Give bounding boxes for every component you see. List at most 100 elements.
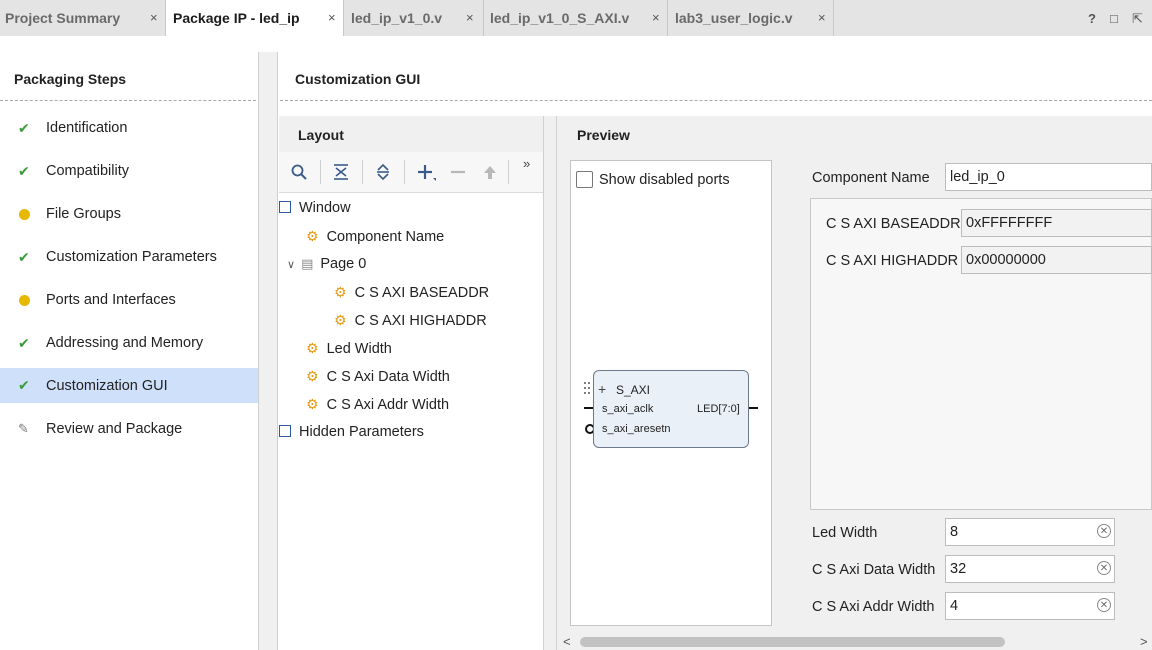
c-s-axi-highaddr-field[interactable]: 0x00000000 — [961, 246, 1152, 274]
step-label: File Groups — [46, 206, 121, 222]
tree-item-c-s-axi-baseaddr[interactable]: ⚙ C S AXI BASEADDR — [334, 284, 489, 306]
close-icon[interactable]: × — [818, 10, 826, 25]
panel-splitter[interactable] — [543, 116, 557, 650]
port-label: s_axi_aresetn — [602, 423, 671, 435]
collapse-all-icon[interactable] — [333, 164, 349, 180]
tree-item-page-0[interactable]: ∨ ▤ Page 0 — [287, 256, 366, 278]
chevron-down-icon[interactable]: ∨ — [287, 259, 295, 271]
clear-icon[interactable]: ✕ — [1097, 524, 1111, 538]
c-s-axi-highaddr-label: C S AXI HIGHADDR — [826, 253, 959, 269]
c-s-axi-addr-width-label: C S Axi Addr Width — [812, 599, 935, 615]
divider — [280, 100, 1152, 101]
warning-icon — [19, 209, 30, 220]
preview-header — [557, 116, 1152, 152]
gear-icon: ⚙ — [306, 340, 319, 356]
help-icon[interactable]: ? — [1088, 11, 1096, 26]
move-up-icon[interactable] — [482, 164, 498, 180]
tab-lab3-user-logic[interactable]: lab3_user_logic.v × — [668, 0, 834, 36]
customization-gui-title: Customization GUI — [295, 71, 421, 87]
step-label: Customization Parameters — [46, 249, 217, 265]
gear-icon: ⚙ — [334, 284, 347, 300]
tab-project-summary[interactable]: Project Summary × — [0, 0, 166, 36]
tree-item-hidden-parameters[interactable]: Hidden Parameters — [279, 424, 424, 446]
gear-icon: ⚙ — [306, 228, 319, 244]
check-icon: ✔ — [18, 335, 30, 351]
expand-icon[interactable]: + — [598, 381, 606, 397]
tab-label: led_ip_v1_0_S_AXI.v — [490, 10, 630, 26]
step-customization-parameters[interactable]: ✔ Customization Parameters — [0, 241, 258, 275]
scroll-right-icon[interactable]: > — [1140, 634, 1148, 649]
show-disabled-ports-checkbox[interactable] — [576, 171, 593, 188]
close-icon[interactable]: × — [150, 10, 158, 25]
step-ports-and-interfaces[interactable]: Ports and Interfaces — [0, 284, 258, 318]
check-icon: ✔ — [18, 120, 30, 136]
tree-label: Window — [299, 200, 351, 216]
component-name-field[interactable]: led_ip_0 — [945, 163, 1152, 191]
close-icon[interactable]: × — [466, 10, 474, 25]
packaging-steps-title: Packaging Steps — [14, 71, 127, 87]
remove-icon[interactable] — [450, 164, 466, 180]
layout-toolbar — [279, 152, 543, 193]
step-review-and-package[interactable]: ✎ Review and Package — [0, 413, 258, 447]
port-label: LED[7:0] — [697, 403, 740, 415]
tree-item-window[interactable]: Window — [279, 200, 351, 222]
step-label: Customization GUI — [46, 378, 168, 394]
divider — [320, 160, 321, 184]
step-identification[interactable]: ✔ Identification — [0, 112, 258, 146]
tree-item-c-s-axi-addr-width[interactable]: ⚙ C S Axi Addr Width — [306, 396, 449, 418]
tree-item-c-s-axi-data-width[interactable]: ⚙ C S Axi Data Width — [306, 368, 450, 390]
check-icon: ✔ — [18, 163, 30, 179]
edit-icon: ✎ — [18, 421, 29, 436]
step-label: Review and Package — [46, 421, 183, 437]
tree-label: Page 0 — [320, 256, 367, 272]
search-icon[interactable] — [291, 164, 307, 180]
page-icon: ▤ — [301, 256, 314, 271]
panel-splitter[interactable] — [258, 52, 278, 650]
bus-label: S_AXI — [616, 383, 651, 397]
step-file-groups[interactable]: File Groups — [0, 198, 258, 232]
layout-title: Layout — [298, 127, 344, 143]
expand-all-icon[interactable] — [375, 164, 391, 180]
tree-label: Led Width — [326, 341, 392, 357]
tab-led-ip-s-axi[interactable]: led_ip_v1_0_S_AXI.v × — [484, 0, 668, 36]
preview-title: Preview — [577, 127, 630, 143]
tree-label: C S AXI HIGHADDR — [354, 313, 487, 329]
show-disabled-ports-label: Show disabled ports — [599, 172, 730, 188]
clear-icon[interactable]: ✕ — [1097, 598, 1111, 612]
tab-label: Package IP - led_ip — [173, 10, 300, 26]
clear-icon[interactable]: ✕ — [1097, 561, 1111, 575]
scroll-left-icon[interactable]: < — [563, 634, 571, 649]
c-s-axi-baseaddr-field[interactable]: 0xFFFFFFFF — [961, 209, 1152, 237]
tree-item-c-s-axi-highaddr[interactable]: ⚙ C S AXI HIGHADDR — [334, 312, 487, 334]
tree-item-led-width[interactable]: ⚙ Led Width — [306, 340, 392, 362]
step-addressing-and-memory[interactable]: ✔ Addressing and Memory — [0, 327, 258, 361]
tab-led-ip-v1-0[interactable]: led_ip_v1_0.v × — [344, 0, 484, 36]
step-customization-gui[interactable]: ✔ Customization GUI — [0, 368, 258, 403]
tree-item-component-name[interactable]: ⚙ Component Name — [306, 228, 444, 250]
add-icon[interactable] — [417, 164, 437, 182]
float-icon[interactable]: ⇱ — [1132, 11, 1143, 27]
tree-label: C S Axi Data Width — [326, 369, 450, 385]
tab-package-ip[interactable]: Package IP - led_ip × — [166, 0, 344, 36]
c-s-axi-data-width-label: C S Axi Data Width — [812, 562, 936, 578]
led-width-field[interactable]: 8 — [945, 518, 1115, 546]
close-icon[interactable]: × — [328, 10, 336, 25]
c-s-axi-data-width-field[interactable]: 32 — [945, 555, 1115, 583]
window-group-icon — [279, 425, 291, 437]
clock-pin — [584, 407, 593, 409]
check-icon: ✔ — [18, 377, 30, 393]
more-tools-icon[interactable]: » — [523, 156, 530, 171]
divider — [508, 160, 509, 184]
divider — [0, 100, 256, 101]
window-group-icon — [279, 201, 291, 213]
c-s-axi-addr-width-field[interactable]: 4 — [945, 592, 1115, 620]
c-s-axi-baseaddr-label: C S AXI BASEADDR — [826, 216, 961, 232]
step-compatibility[interactable]: ✔ Compatibility — [0, 155, 258, 189]
scrollbar-thumb[interactable] — [580, 637, 1005, 647]
gear-icon: ⚙ — [306, 396, 319, 412]
tree-label: C S AXI BASEADDR — [354, 285, 490, 301]
close-icon[interactable]: × — [652, 10, 660, 25]
gear-icon: ⚙ — [334, 312, 347, 328]
step-label: Compatibility — [46, 163, 129, 179]
restore-icon[interactable]: □ — [1110, 11, 1118, 26]
